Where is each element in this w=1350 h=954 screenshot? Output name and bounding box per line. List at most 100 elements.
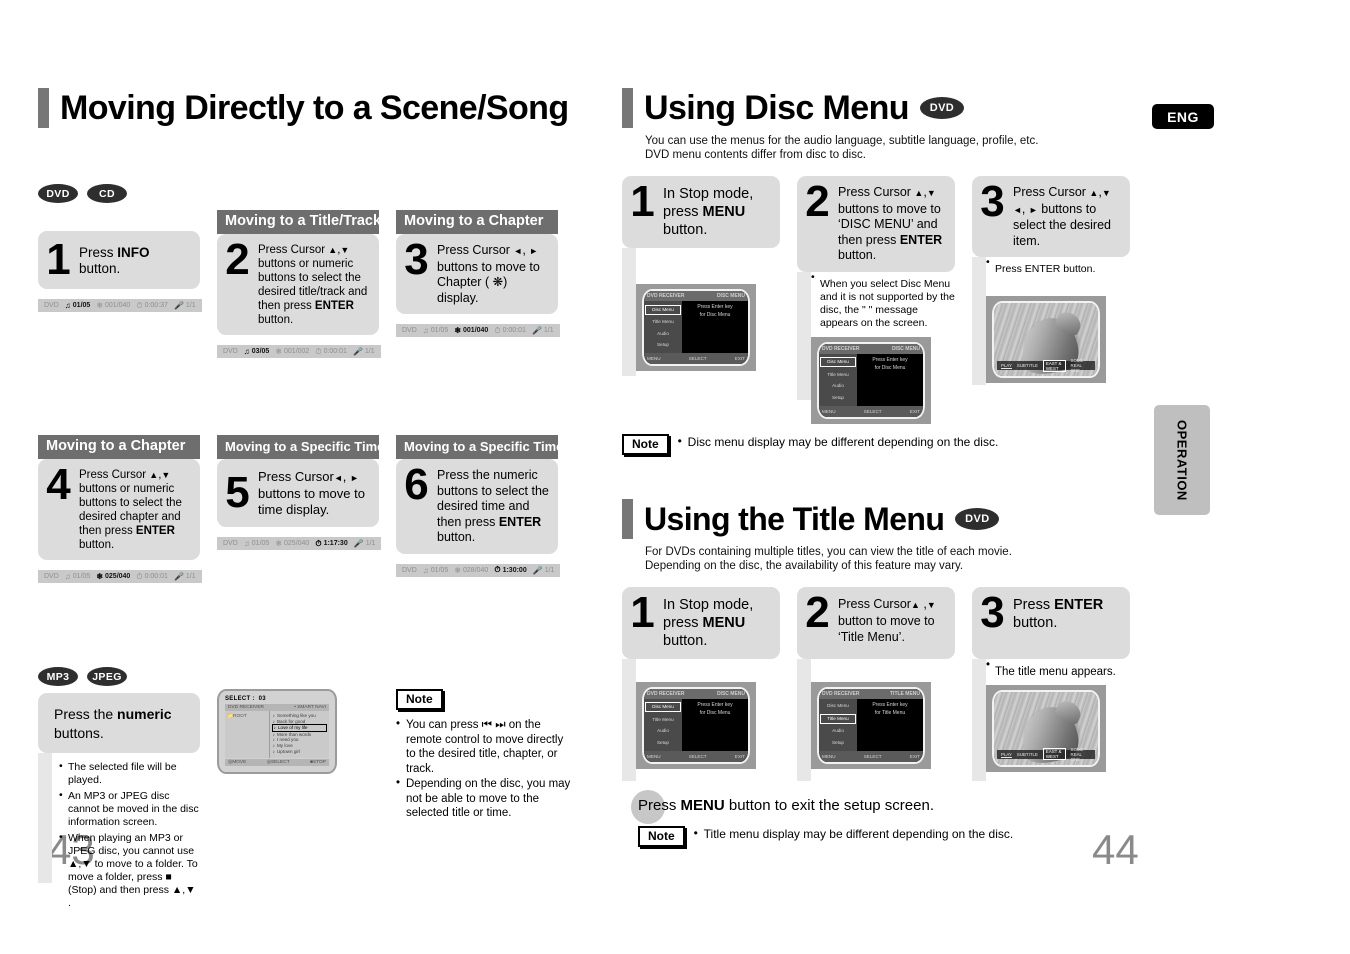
step-3-tail-wrap: DVD ♫ 01/05 ❄ 001/040 ⏱ 0:00:01 🎤 1/1 [396, 314, 560, 396]
osd-menu-item-disc-menu[interactable]: Disc Menu [645, 304, 681, 315]
title-menu-step-3-body: The title menu appears. PLAY [986, 658, 1130, 781]
photo-bar-subtitle[interactable]: SUBTITLE [1017, 752, 1038, 757]
step-5-text: Press Cursor◄, ► buttons to move to time… [258, 469, 365, 517]
osd-center-line-2: for Disc Menu [699, 709, 731, 716]
left-note-area: Note You can press ⏮ ⏭ on the remote con… [396, 667, 571, 910]
osd-menu: DVD RECEIVER DISC MENU Disc Menu Title M… [644, 688, 748, 762]
right-column: Using Disc Menu DVD You can use the menu… [622, 88, 1167, 847]
osd-menu-item-audio[interactable]: Audio [820, 382, 856, 390]
title-menu-step-3-tail-wrap: The title menu appears. PLAY [972, 658, 1130, 781]
note-tag: Note [396, 689, 443, 710]
disc-menu-step-3-body: Press ENTER button. PLAY [986, 256, 1130, 385]
step-6-osd-area: DVD ♫ 01/05 ❄ 028/040 ⏱ 1:30:00 🎤 1/1 [396, 554, 561, 636]
mp3-tail [38, 753, 52, 883]
title-menu-step-2-tail-wrap: DVD RECEIVER TITLE MENU Disc Menu Title … [797, 658, 955, 781]
osd-menu-item-audio[interactable]: Audio [645, 727, 681, 735]
osd-1-disc: DVD [44, 302, 59, 309]
osd-header-right: DISC MENU [716, 293, 745, 299]
osd-topbar: DVD RECEIVER DISC MENU [644, 291, 748, 301]
mp3-bullet-2: An MP3 or JPEG disc cannot be moved in t… [59, 789, 200, 829]
osd-menu-item-setup[interactable]: Setup [645, 739, 681, 747]
note-icon: ♪ [273, 725, 276, 731]
step-6-tail-wrap: DVD ♫ 01/05 ❄ 028/040 ⏱ 1:30:00 🎤 1/1 [396, 554, 561, 636]
osd-topbar: DVD RECEIVER DISC MENU [644, 688, 748, 699]
photo-bar-some-real-one[interactable]: SOME REAL ONE [1071, 747, 1091, 762]
photo-bar-east-west[interactable]: EAST & WEST [1042, 748, 1066, 760]
list-item[interactable]: ♪ Uptown girl [272, 749, 327, 755]
osd-6-chapter: ❄ 028/040 [454, 565, 489, 575]
title-menu-note-list: Title menu display may be different depe… [694, 826, 1014, 843]
mp3-tree-root: ROOT [232, 714, 247, 719]
disc-menu-step-1-text: In Stop mode, press MENU button. [663, 186, 754, 238]
osd-6-disc: DVD [402, 566, 417, 574]
disc-menu-steps: 1 In Stop mode, press MENU button. DVD REC… [622, 176, 1167, 424]
manual-page: ENG OPERATION 43 44 Moving Directly to a… [0, 0, 1350, 954]
osd-menu-item-title-menu[interactable]: Title Menu [820, 371, 856, 379]
title-menu-step-1-box: 1 In Stop mode, press MENU button. [622, 586, 780, 659]
dolphin-photo: PLAY SUBTITLE EAST & WEST SOME REAL ONE [994, 303, 1098, 376]
photo-bar-east-west[interactable]: EAST & WEST [1042, 359, 1066, 372]
osd-bar-6: DVD ♫ 01/05 ❄ 028/040 ⏱ 1:30:00 🎤 1/1 [396, 563, 561, 577]
osd-menu-item-disc-menu[interactable]: Disc Menu [820, 357, 856, 368]
osd-menu-item-disc-menu[interactable]: Disc Menu [645, 702, 681, 713]
osd-bar-5: DVD ♫ 01/05 ❄ 025/040 ⏱ 1:17:30 🎤 1/1 [217, 537, 382, 550]
step-1-box: 1 Press INFO button. [38, 231, 200, 289]
osd-menu-item-setup[interactable]: Setup [820, 739, 856, 747]
osd-center-line-1: Press Enter key [697, 304, 733, 310]
disc-menu-step-3-bullet: Press ENTER button. [986, 256, 1130, 276]
disc-menu-step-2-box: 2 Press Cursor ▲,▼ buttons to move to ‘D… [797, 176, 955, 272]
step-2-number: 2 [225, 235, 250, 284]
mp3-file-list[interactable]: ♪ Something like you ♪ Back for good ♪ Love… [268, 711, 329, 758]
osd-center-line-2: for Disc Menu [874, 364, 906, 371]
section-side-tab-label: OPERATION [1174, 419, 1190, 501]
osd-header-left: DVD RECEIVER [822, 345, 860, 352]
osd-menu-item-setup[interactable]: Setup [820, 394, 856, 402]
photo-bar-play[interactable]: PLAY [1001, 752, 1012, 757]
osd-menu-item-setup[interactable]: Setup [645, 341, 681, 349]
osd-menu-item-title-menu[interactable]: Title Menu [645, 716, 681, 724]
mp3-header-right: • SMART NAVI [294, 705, 326, 710]
step-3-text: Press Cursor ◄, ► buttons to move to Cha… [437, 243, 540, 305]
osd-menu-item-audio[interactable]: Audio [645, 330, 681, 338]
step-block-2: Moving to a Title/Track 2 Press Cursor ▲… [217, 210, 381, 417]
mp3-bullets-area: The selected file will be played. An MP3… [52, 753, 200, 910]
title-menu-note: Note Title menu display may be different… [638, 825, 1167, 847]
osd-center-text: Press Enter key for Title Menu [859, 701, 921, 717]
photo-bar-subtitle[interactable]: SUBTITLE [1017, 363, 1038, 368]
step-1-number: 1 [46, 234, 71, 284]
osd-footer-exit: EXIT [909, 753, 920, 759]
osd-center-text: Press Enter key for Disc Menu [859, 356, 921, 372]
osd-4-time: ⏱ 0:00:01 [136, 571, 168, 581]
osd-footer-select: SELECT [688, 356, 707, 361]
osd-menu-item-audio[interactable]: Audio [820, 727, 856, 735]
title-menu-step-3-box: 3 Press ENTER button. [972, 586, 1130, 659]
mp3-folder-tree[interactable]: 📁ROOT [225, 711, 269, 758]
note-icon: ♪ [272, 718, 275, 724]
list-item-selected[interactable]: ♪ Love of my life [271, 724, 327, 732]
osd-menu-items: Disc Menu Title Menu Audio Setup [819, 353, 857, 406]
tv-screen-disc-menu: DVD RECEIVER DISC MENU Disc Menu Title M… [636, 681, 756, 769]
disc-menu-step-3-box: 3 Press Cursor ▲,▼ ◄, ► buttons to selec… [972, 176, 1130, 257]
osd-2-time: ⏱ 0:00:01 [315, 346, 347, 356]
step-5-header: Moving to a Specific Time [217, 435, 384, 459]
step-6-header: Moving to a Specific Time [396, 435, 563, 459]
photo-bar-play[interactable]: PLAY [1001, 363, 1012, 368]
title-menu-step-2: 2 Press Cursor▲ ,▼ button to move to ‘Ti… [797, 586, 955, 781]
osd-footer-exit: EXIT [734, 356, 745, 361]
osd-menu-item-title-menu[interactable]: Title Menu [820, 713, 856, 724]
title-menu-step-1-text: In Stop mode, press MENU button. [663, 596, 754, 649]
osd-menu-item-title-menu[interactable]: Title Menu [645, 318, 681, 326]
osd-3-time: ⏱ 0:00:01 [494, 325, 526, 335]
title-menu-step-3-screen-area: PLAY SUBTITLE EAST & WEST SOME REAL ONE [986, 679, 1130, 772]
photo-bar-some-real-one[interactable]: SOME REAL ONE [1071, 358, 1091, 373]
mp3-select-value: 03 [258, 696, 266, 702]
osd-menu-item-disc-menu[interactable]: Disc Menu [820, 702, 856, 710]
disc-menu-step-1-box: 1 In Stop mode, press MENU button. [622, 176, 780, 248]
title-menu-step-1-screen-area: DVD RECEIVER DISC MENU Disc Menu Title M… [636, 659, 780, 781]
exit-instruction: Press MENU button to exit the setup scre… [631, 789, 1167, 824]
disc-type-pills: DVD CD [38, 184, 598, 203]
osd-bar-4: DVD ♫ 01/05 ❄ 025/040 ⏱ 0:00:01 🎤 1/1 [38, 570, 202, 583]
osd-menu: DVD RECEIVER DISC MENU Disc Menu Title M… [644, 291, 748, 364]
osd-header-right: DISC MENU [891, 345, 920, 352]
disc-menu-step-2: 2 Press Cursor ▲,▼ buttons to move to ‘D… [797, 176, 955, 424]
